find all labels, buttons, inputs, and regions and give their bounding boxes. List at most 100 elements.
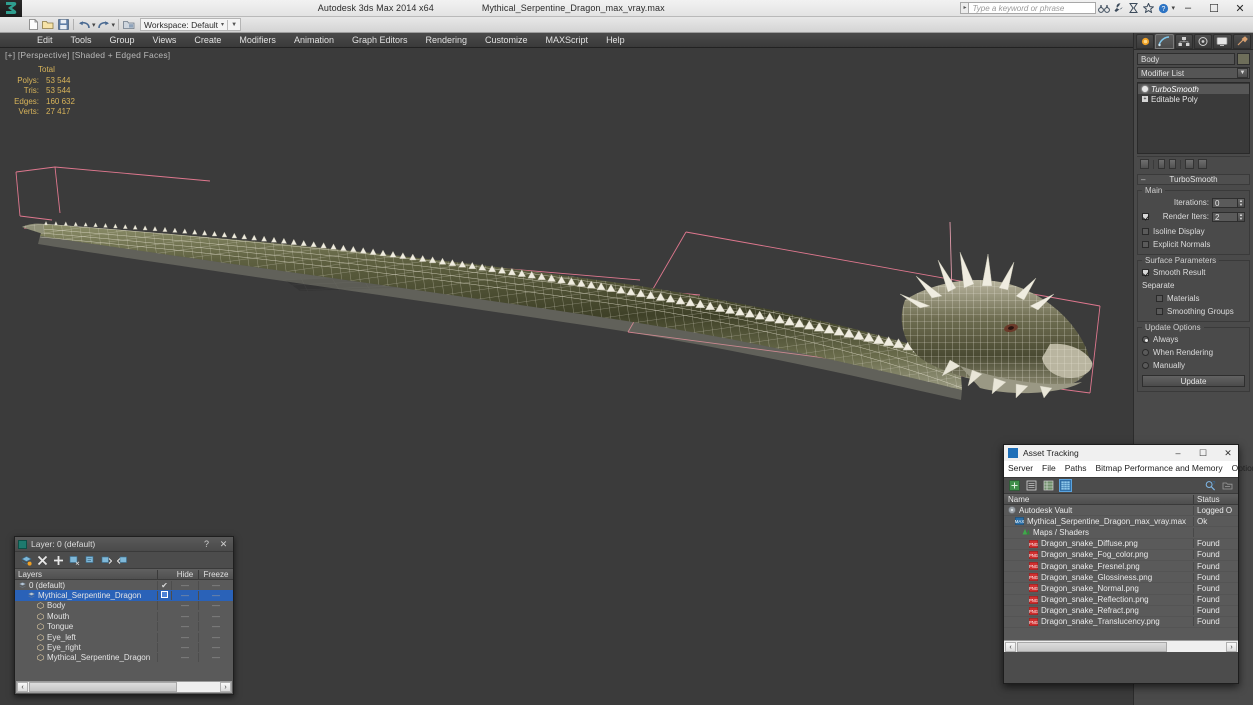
layer-row[interactable]: Mouth — —	[15, 611, 233, 621]
scroll-left-button[interactable]: ‹	[17, 682, 28, 692]
layer-dialog-close-button[interactable]: ✕	[217, 539, 230, 550]
hourglass-icon[interactable]	[1126, 1, 1141, 15]
update-when-rendering-radio[interactable]	[1142, 349, 1149, 356]
undo-icon[interactable]	[77, 18, 91, 31]
asset-scroll-thumb[interactable]	[1017, 641, 1167, 652]
workspace-selector[interactable]: Workspace: Default ▾ ▼	[140, 18, 242, 31]
explicit-normals-row[interactable]: Explicit Normals	[1142, 239, 1245, 250]
asset-maximize-button[interactable]: ☐	[1193, 445, 1213, 461]
grid-view-icon[interactable]	[1042, 479, 1055, 492]
list-view-icon[interactable]	[1025, 479, 1038, 492]
update-button[interactable]: Update	[1142, 375, 1245, 387]
asset-scroll-right-button[interactable]: ›	[1226, 641, 1237, 652]
layer-hide-toggle[interactable]: —	[172, 622, 199, 632]
asset-tracking-title-bar[interactable]: Asset Tracking – ☐ ✕	[1004, 445, 1238, 461]
isoline-display-checkbox[interactable]	[1142, 228, 1149, 235]
create-tab[interactable]	[1136, 34, 1155, 49]
select-layer-objects-icon[interactable]	[117, 555, 128, 566]
iterations-spinner[interactable]: 0 ▲ ▼	[1212, 197, 1245, 208]
refresh-assets-icon[interactable]	[1008, 479, 1021, 492]
materials-row[interactable]: Materials	[1142, 293, 1245, 304]
strip-paths-icon[interactable]	[1221, 479, 1234, 492]
asset-row[interactable]: PNG Dragon_snake_Refract.png Found	[1004, 606, 1238, 617]
layer-row[interactable]: Mythical_Serpentine_Dragon — —	[15, 653, 233, 663]
layer-freeze-toggle[interactable]: —	[199, 633, 233, 642]
redo-icon[interactable]	[97, 18, 111, 31]
explicit-normals-checkbox[interactable]	[1142, 241, 1149, 248]
layer-row[interactable]: 0 (default) ✔ — —	[15, 580, 233, 590]
modifier-stack[interactable]: TurboSmooth + Editable Poly	[1137, 82, 1250, 154]
make-unique-icon[interactable]	[1169, 159, 1176, 169]
smooth-result-checkbox[interactable]	[1142, 269, 1149, 276]
show-end-result-icon[interactable]	[1158, 159, 1165, 169]
asset-menu-bitmap-performance-and-memory[interactable]: Bitmap Performance and Memory	[1096, 463, 1223, 473]
turbosmooth-rollout-header[interactable]: – TurboSmooth	[1137, 174, 1250, 185]
asset-row[interactable]: PNG Dragon_snake_Diffuse.png Found	[1004, 539, 1238, 550]
layer-hide-toggle[interactable]: —	[172, 653, 199, 663]
layer-hide-toggle[interactable]: —	[172, 591, 199, 601]
motion-tab[interactable]	[1193, 34, 1213, 49]
menu-item-views[interactable]: Views	[144, 33, 186, 48]
asset-row[interactable]: PNG Dragon_snake_Glossiness.png Found	[1004, 572, 1238, 584]
layer-hide-toggle[interactable]: —	[172, 611, 199, 621]
smooth-result-row[interactable]: Smooth Result	[1142, 267, 1245, 278]
menu-item-group[interactable]: Group	[101, 33, 144, 48]
update-always-radio[interactable]	[1142, 336, 1149, 343]
configure-sets-icon[interactable]	[1198, 159, 1207, 169]
layer-dialog[interactable]: Layer: 0 (default) ? ✕ Layers Hide Freez…	[14, 536, 234, 695]
modifier-stack-item-turbosmooth[interactable]: TurboSmooth	[1138, 84, 1249, 94]
layer-freeze-toggle[interactable]: —	[199, 591, 233, 600]
create-new-layer-icon[interactable]	[21, 555, 32, 566]
rollout-collapse-icon[interactable]: –	[1141, 175, 1145, 185]
new-file-icon[interactable]	[26, 18, 40, 31]
menu-item-tools[interactable]: Tools	[62, 33, 101, 48]
update-always-row[interactable]: Always	[1142, 334, 1245, 345]
add-selection-to-layer-icon[interactable]	[53, 555, 64, 566]
layer-hide-toggle[interactable]: —	[172, 580, 199, 590]
help-icon[interactable]: ?	[1156, 1, 1171, 15]
viewport-label[interactable]: [+] [Perspective] [Shaded + Edged Faces]	[5, 50, 170, 60]
asset-close-button[interactable]: ✕	[1218, 445, 1238, 461]
layer-row[interactable]: Eye_right — —	[15, 642, 233, 653]
display-tab[interactable]	[1213, 34, 1232, 49]
add-selected-objects-to-layer-icon[interactable]	[101, 555, 112, 566]
modify-tab[interactable]	[1155, 34, 1174, 49]
isoline-display-row[interactable]: Isoline Display	[1142, 226, 1245, 237]
asset-row[interactable]: Autodesk Vault Logged O	[1004, 505, 1238, 517]
search-input[interactable]: Type a keyword or phrase	[968, 2, 1097, 14]
max-logo-icon[interactable]	[0, 0, 22, 17]
render-iters-checkbox[interactable]	[1142, 213, 1149, 220]
layer-dialog-help-button[interactable]: ?	[200, 539, 213, 549]
layer-freeze-toggle[interactable]: —	[199, 612, 233, 621]
find-file-icon[interactable]: ?	[1204, 479, 1217, 492]
render-iters-spinner[interactable]: 2 ▲ ▼	[1212, 211, 1245, 222]
materials-checkbox[interactable]	[1156, 295, 1163, 302]
workspace-caret-icon[interactable]: ▾	[221, 21, 224, 28]
menu-item-create[interactable]: Create	[185, 33, 230, 48]
asset-menu-file[interactable]: File	[1042, 463, 1056, 473]
open-file-icon[interactable]	[41, 18, 55, 31]
update-manually-radio[interactable]	[1142, 362, 1149, 369]
asset-horizontal-scrollbar[interactable]: ‹ ›	[1004, 640, 1238, 652]
update-when-rendering-row[interactable]: When Rendering	[1142, 347, 1245, 358]
search-expand-arrow[interactable]: ▸	[960, 2, 969, 14]
iterations-value[interactable]: 0	[1212, 197, 1238, 208]
layer-current-toggle[interactable]	[158, 591, 172, 601]
menu-item-customize[interactable]: Customize	[476, 33, 537, 48]
select-objects-in-layer-icon[interactable]	[69, 555, 80, 566]
layer-row[interactable]: Tongue — —	[15, 622, 233, 632]
wrench-icon[interactable]	[1111, 1, 1126, 15]
redo-dropdown-caret[interactable]: ▾	[112, 21, 116, 29]
scroll-right-button[interactable]: ›	[220, 682, 231, 692]
layer-hide-toggle[interactable]: —	[172, 601, 199, 611]
menu-item-rendering[interactable]: Rendering	[417, 33, 477, 48]
window-maximize-button[interactable]: ☐	[1201, 0, 1227, 17]
smoothing-groups-checkbox[interactable]	[1156, 308, 1163, 315]
utilities-tab[interactable]	[1232, 34, 1251, 49]
smoothing-groups-row[interactable]: Smoothing Groups	[1142, 306, 1245, 317]
set-project-folder-icon[interactable]	[122, 18, 136, 31]
table-view-icon[interactable]	[1059, 479, 1072, 492]
layer-dialog-title-bar[interactable]: Layer: 0 (default) ? ✕	[15, 537, 233, 552]
menu-item-edit[interactable]: Edit	[28, 33, 62, 48]
asset-row[interactable]: PNG Dragon_snake_Fog_color.png Found	[1004, 550, 1238, 561]
